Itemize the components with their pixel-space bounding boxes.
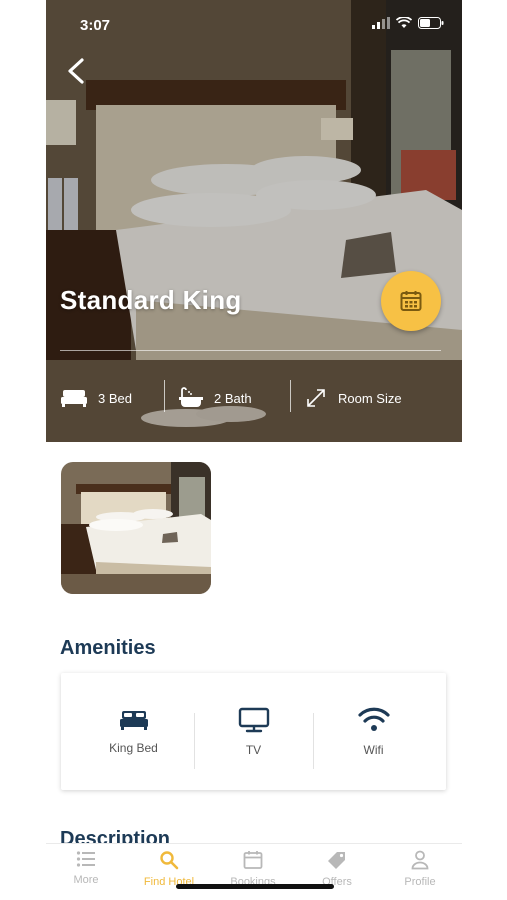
home-indicator[interactable] [176, 884, 334, 889]
amenity-wifi: Wifi [321, 673, 426, 790]
resize-icon [307, 389, 325, 407]
bed-icon [119, 710, 148, 730]
room-details-screen: 3:07 Standard King 3 Bed 2 Bath Room Siz… [46, 0, 462, 900]
nav-more[interactable]: More [46, 850, 126, 886]
hero-divider [60, 350, 441, 351]
tv-icon [238, 707, 269, 732]
status-time: 3:07 [80, 17, 111, 34]
amenities-card: King Bed TV Wifi [61, 673, 446, 790]
bed-icon [61, 390, 87, 407]
spec-beds: 3 Bed [60, 380, 132, 416]
nav-profile[interactable]: Profile [380, 850, 460, 888]
bottom-nav: More Find Hotel Bookings Offers Profile [46, 843, 462, 900]
room-thumbnail-photo [61, 462, 211, 594]
profile-icon [411, 850, 429, 870]
spec-separator [290, 380, 291, 412]
nav-bookings[interactable]: Bookings [213, 850, 293, 888]
amenity-tv: TV [201, 673, 306, 790]
spec-beds-label: 3 Bed [98, 390, 132, 406]
amenity-king-bed: King Bed [81, 673, 186, 790]
amenity-separator [313, 713, 314, 769]
spec-baths-label: 2 Bath [214, 390, 252, 406]
nav-label: Profile [404, 876, 436, 888]
spec-baths: 2 Bath [164, 380, 252, 416]
room-specs: 3 Bed 2 Bath Room Size [46, 380, 462, 416]
status-bar: 3:07 [46, 0, 462, 50]
calendar-icon [400, 291, 422, 311]
wifi-icon [357, 707, 390, 731]
amenity-label: King Bed [109, 740, 158, 755]
signal-icon [372, 17, 390, 29]
room-photo [46, 0, 462, 442]
amenity-separator [194, 713, 195, 769]
spec-room-size: Room Size [290, 380, 402, 416]
spec-room-size-label: Room Size [338, 390, 402, 406]
room-hero-image: 3:07 Standard King 3 Bed 2 Bath Room Siz… [46, 0, 462, 442]
room-thumbnail[interactable] [61, 462, 211, 594]
room-title: Standard King [60, 285, 242, 315]
battery-icon [418, 17, 444, 29]
tag-icon [328, 852, 345, 869]
search-icon [160, 851, 179, 870]
status-icons [372, 17, 444, 29]
amenity-label: Wifi [363, 742, 384, 757]
spec-separator [164, 380, 165, 412]
nav-find-hotel[interactable]: Find Hotel [129, 850, 209, 888]
amenity-label: TV [245, 742, 262, 757]
book-dates-button[interactable] [381, 271, 441, 331]
back-chevron-icon[interactable] [64, 56, 90, 86]
wifi-status-icon [396, 17, 412, 28]
list-icon [76, 851, 95, 867]
nav-label: More [73, 874, 99, 886]
nav-offers[interactable]: Offers [297, 850, 377, 888]
calendar-icon [243, 851, 263, 869]
bath-icon [179, 387, 203, 407]
amenities-title: Amenities [60, 637, 156, 659]
